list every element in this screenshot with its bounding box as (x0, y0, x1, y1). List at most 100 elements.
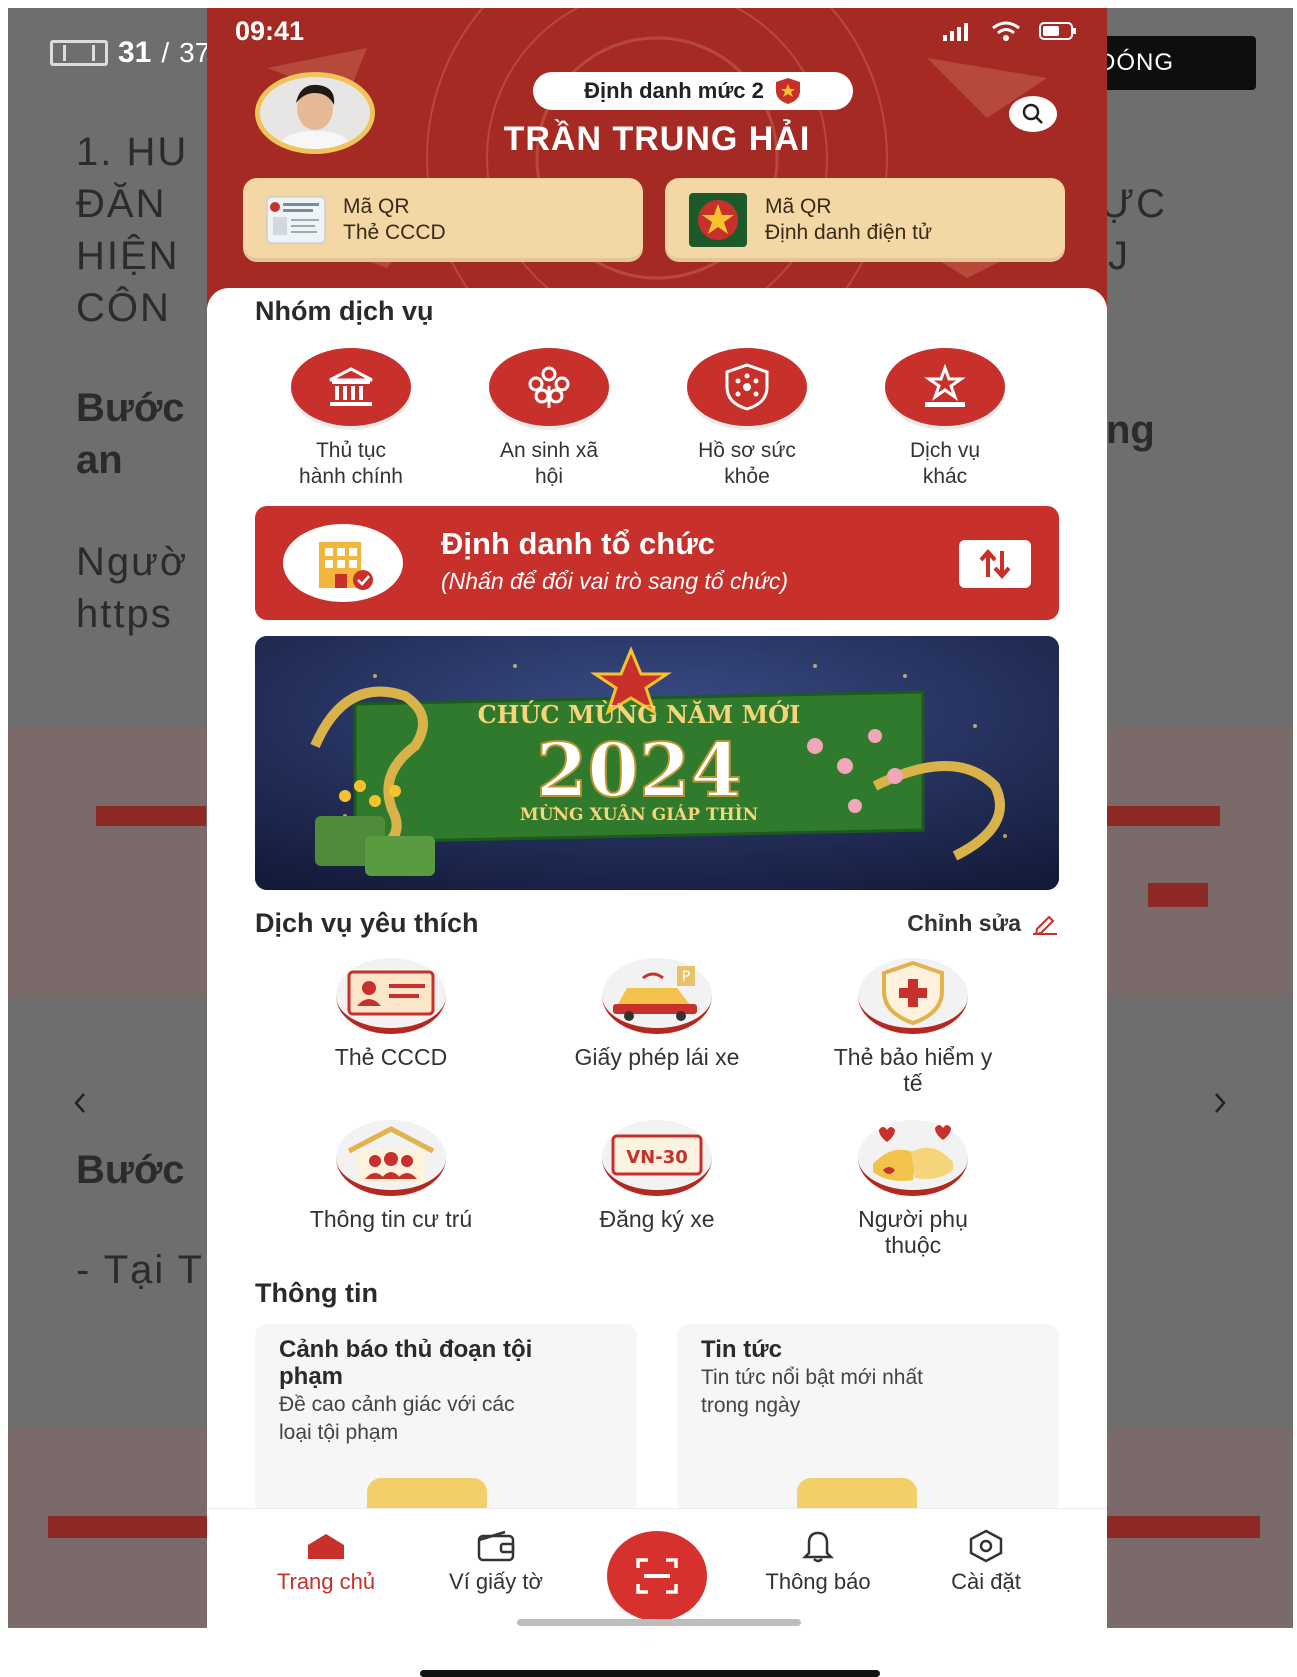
status-icons (943, 20, 1077, 42)
bg-text: 1. HU (76, 130, 189, 174)
office-building-icon (319, 542, 373, 590)
bg-text: ng (1106, 408, 1155, 452)
settings-hexagon-icon (969, 1529, 1003, 1563)
favorite-vehicle-registration[interactable]: VN-30 Đăng ký xe (537, 1120, 777, 1232)
info-card-desc: Đề cao cảnh giác với các (279, 1393, 515, 1416)
section-title-information: Thông tin (255, 1278, 378, 1308)
helping-hands-icon (873, 1125, 953, 1181)
bg-nav-bar (1100, 806, 1220, 826)
favorite-label: Thẻ CCCD (334, 1044, 448, 1070)
home-icon (308, 1534, 344, 1559)
bg-text: ĐĂN (76, 182, 167, 226)
service-group-label: khỏe (724, 465, 770, 488)
edit-favorites-label: Chỉnh sửa (907, 910, 1021, 936)
organization-identity-banner[interactable]: Định danh tổ chức (Nhấn để đổi vai trò s… (255, 506, 1059, 620)
service-group-health-record[interactable]: Hồ sơ sức khỏe (657, 348, 837, 490)
favorite-label: Giấy phép lái xe (574, 1044, 740, 1070)
favorite-cccd-card[interactable]: Thẻ CCCD (271, 958, 511, 1070)
edit-favorites-button[interactable]: Chỉnh sửa (907, 910, 1059, 937)
section-title-service-groups: Nhóm dịch vụ (255, 296, 434, 326)
bg-nav-bar (48, 1516, 208, 1538)
service-group-label: hành chính (299, 465, 403, 488)
wifi-icon (992, 21, 1020, 41)
info-card-desc: trong ngày (701, 1394, 801, 1417)
info-card-title: Cảnh báo thủ đoạn tội (279, 1336, 533, 1363)
identity-level-badge: Định danh mức 2 (533, 72, 853, 110)
bg-nav-bar (96, 806, 206, 826)
document-viewer: 1. HU ĐĂN HIỆN CÔN Bước an Ngườ https Bư… (8, 8, 1293, 1628)
info-card-desc: Tin tức nổi bật mới nhất (701, 1366, 923, 1389)
id-card-icon (266, 196, 326, 244)
status-bar: 09:41 (207, 16, 1107, 46)
tab-settings[interactable]: Cài đặt (911, 1529, 1061, 1595)
favorite-driving-license[interactable]: P Giấy phép lái xe (537, 958, 777, 1070)
status-time: 09:41 (235, 16, 305, 46)
scan-button[interactable] (607, 1531, 707, 1621)
service-group-social-welfare[interactable]: An sinh xã hội (459, 348, 639, 490)
favorite-dependents[interactable]: Người phụ thuộc (793, 1120, 1033, 1258)
favorite-residence-info[interactable]: Thông tin cư trú (271, 1120, 511, 1232)
service-group-administrative[interactable]: Thủ tục hành chính (261, 348, 441, 490)
info-card-crime-warning[interactable]: Cảnh báo thủ đoạn tội phạm Đề cao cảnh g… (255, 1324, 637, 1514)
promo-tagline: MỪNG XUÂN GIÁP THÌN (520, 804, 758, 825)
car-parking-icon: P (613, 966, 697, 1021)
cellular-signal-icon (943, 23, 968, 41)
favorite-label: thuộc (884, 1232, 942, 1258)
bg-nav-bar (1100, 1516, 1260, 1538)
pencil-icon (1033, 915, 1057, 935)
new-year-promo-banner[interactable]: CHÚC MỪNG NĂM MỚI 2024 MỪNG XUÂN GIÁP TH… (255, 636, 1059, 890)
shield-star-icon (775, 78, 800, 104)
tab-wallet[interactable]: Ví giấy tờ (421, 1529, 571, 1595)
favorite-label: Thông tin cư trú (309, 1206, 473, 1232)
qr-card-cccd[interactable]: Mã QR Thẻ CCCD (243, 178, 643, 262)
page-counter: 31 / 37 (50, 36, 210, 70)
qr-card-line2: Định danh điện tử (765, 221, 933, 244)
tab-label: Thông báo (765, 1569, 871, 1594)
page-total: 37 (179, 37, 211, 68)
switch-role-button[interactable] (959, 540, 1031, 588)
bg-text: Bước (76, 386, 185, 430)
bottom-tab-bar: Trang chủ Ví giấy tờ Thông báo Cài đặt (207, 1508, 1107, 1628)
qr-card-line1: Mã QR (343, 195, 410, 218)
bg-text: Bước (76, 1148, 185, 1192)
grid-view-icon[interactable] (50, 40, 108, 66)
service-group-other[interactable]: Dịch vụ khác (855, 348, 1035, 490)
phone-screen: 09:41 Định danh mức 2 TRẦN TRUNG HẢI Mã … (207, 8, 1107, 1628)
info-card-news[interactable]: Tin tức Tin tức nổi bật mới nhất trong n… (677, 1324, 1059, 1514)
star-podium-icon (924, 364, 966, 407)
service-group-label: hội (534, 465, 564, 488)
qr-card-electronic-id[interactable]: Mã QR Định danh điện tử (665, 178, 1065, 262)
tab-home[interactable]: Trang chủ (251, 1529, 401, 1595)
service-group-label: Hồ sơ sức (698, 439, 796, 462)
qr-card-line2: Thẻ CCCD (343, 221, 446, 244)
medical-shield-icon (882, 961, 944, 1025)
tab-notifications[interactable]: Thông báo (743, 1529, 893, 1595)
lunar-new-year-artwork: CHÚC MỪNG NĂM MỚI 2024 MỪNG XUÂN GIÁP TH… (255, 636, 1059, 890)
page-separator: / (161, 37, 170, 68)
favorite-label: tế (903, 1070, 923, 1096)
license-plate-text: VN-30 (626, 1147, 688, 1168)
wallet-icon (477, 1530, 515, 1562)
favorite-label: Người phụ (858, 1206, 968, 1232)
bg-text: HIỆN (76, 234, 180, 278)
organization-identity-title: Định danh tổ chức (441, 526, 715, 561)
service-group-label: khác (922, 465, 968, 488)
info-card-desc: loại tội phạm (279, 1421, 399, 1444)
service-group-label: An sinh xã (499, 439, 599, 462)
user-name: TRẦN TRUNG HẢI (503, 120, 811, 158)
tab-label: Trang chủ (276, 1569, 376, 1594)
chevron-right-icon (1215, 1093, 1226, 1113)
health-shield-icon (725, 363, 769, 411)
bell-icon (801, 1531, 835, 1563)
bg-text: - Tại T (76, 1248, 205, 1292)
promo-year: 2024 (536, 728, 742, 814)
favorite-label: Thẻ bảo hiểm y (833, 1044, 993, 1070)
bg-text: CÔN (76, 286, 171, 330)
police-emblem-icon (689, 193, 747, 247)
bg-search-button (1148, 883, 1208, 907)
qr-card-line1: Mã QR (765, 195, 832, 218)
svg-text:P: P (682, 969, 690, 985)
profile-header: 09:41 Định danh mức 2 TRẦN TRUNG HẢI Mã … (207, 8, 1107, 308)
favorite-health-insurance[interactable]: Thẻ bảo hiểm y tế (793, 958, 1033, 1096)
bg-text: https (76, 592, 173, 636)
